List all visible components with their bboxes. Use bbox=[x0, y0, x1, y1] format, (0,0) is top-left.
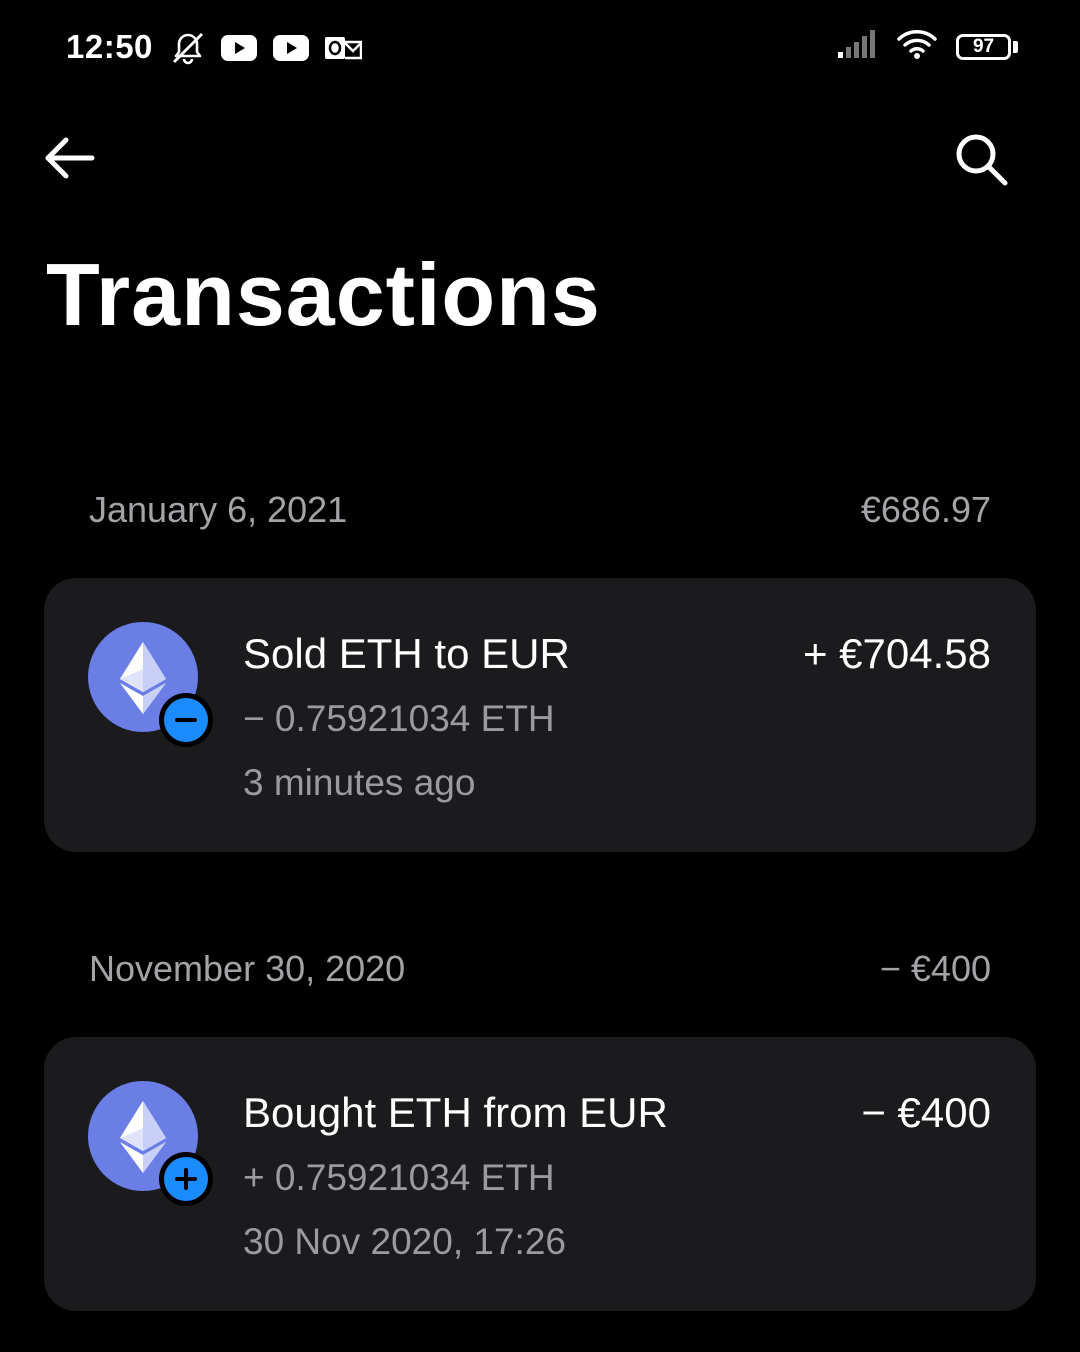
group-date: January 6, 2021 bbox=[89, 489, 348, 530]
youtube-icon bbox=[220, 34, 258, 67]
page-title: Transactions bbox=[46, 245, 601, 344]
date-group-header: November 30, 2020 − €400 bbox=[89, 944, 991, 994]
battery-tip bbox=[1013, 40, 1018, 53]
group-total: €686.97 bbox=[860, 489, 991, 530]
battery-icon: 97 bbox=[956, 32, 1018, 62]
transaction-crypto-amount: − 0.75921034 ETH bbox=[243, 698, 555, 739]
transaction-crypto-amount: + 0.75921034 ETH bbox=[243, 1157, 555, 1198]
back-button[interactable] bbox=[40, 130, 100, 186]
status-time: 12:50 bbox=[66, 28, 153, 65]
transaction-time: 3 minutes ago bbox=[243, 762, 476, 803]
search-icon bbox=[956, 134, 1008, 186]
youtube-icon bbox=[272, 34, 310, 67]
transaction-amount: + €704.58 bbox=[802, 630, 991, 677]
group-total: − €400 bbox=[879, 948, 991, 989]
transaction-title: Sold ETH to EUR bbox=[243, 630, 570, 677]
signal-icon bbox=[836, 28, 878, 65]
status-icons-right: 97 bbox=[836, 28, 1018, 65]
date-group-header: January 6, 2021 €686.97 bbox=[89, 485, 991, 535]
outlook-icon bbox=[324, 33, 363, 68]
group-date: November 30, 2020 bbox=[89, 948, 406, 989]
transaction-card[interactable]: Bought ETH from EUR − €400 + 0.75921034 … bbox=[44, 1037, 1036, 1311]
arrow-left-icon bbox=[45, 137, 95, 179]
minus-icon bbox=[159, 693, 213, 747]
search-button[interactable] bbox=[952, 130, 1010, 188]
status-icons-left bbox=[170, 30, 363, 71]
status-bar: 12:50 97 bbox=[0, 0, 1080, 100]
wifi-icon bbox=[896, 28, 938, 65]
transaction-title: Bought ETH from EUR bbox=[243, 1089, 668, 1136]
transaction-card[interactable]: Sold ETH to EUR + €704.58 − 0.75921034 E… bbox=[44, 578, 1036, 852]
plus-icon bbox=[159, 1152, 213, 1206]
battery-level: 97 bbox=[956, 33, 1012, 60]
mute-icon bbox=[170, 30, 206, 71]
transaction-amount: − €400 bbox=[861, 1089, 991, 1136]
transaction-time: 30 Nov 2020, 17:26 bbox=[243, 1221, 566, 1262]
